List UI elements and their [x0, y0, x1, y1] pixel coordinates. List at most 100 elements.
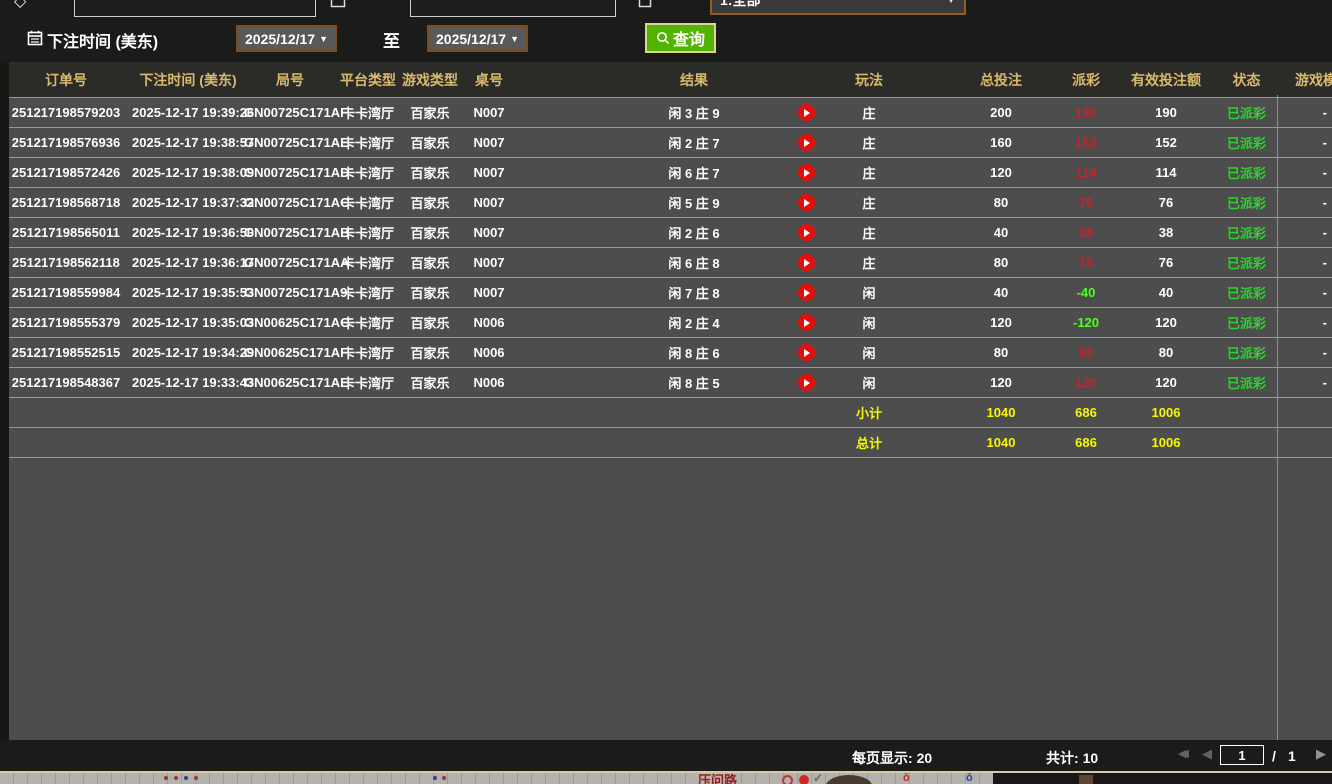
platform-cell: 卡卡湾厅 [336, 128, 400, 158]
query-button[interactable]: 查询 [645, 23, 716, 53]
result-cell: 闲 8 庄 5 [610, 368, 778, 398]
spacer-cell [518, 128, 610, 158]
payout-cell: 80 [1056, 338, 1116, 368]
payout-cell: 190 [1056, 98, 1116, 128]
date-to-picker[interactable]: 2025/12/17 ▼ [427, 25, 528, 52]
first-page-icon[interactable]: ◀◀ [1178, 749, 1183, 760]
table-row[interactable]: 2512171985553792025-12-17 19:35:03GN0062… [0, 308, 1332, 338]
video-cell [778, 158, 834, 188]
background-dark-block [993, 773, 1332, 784]
spacer-cell [0, 398, 132, 428]
road-label: 压问路 [698, 771, 737, 784]
game-type-cell: 百家乐 [400, 368, 460, 398]
filter-field-2[interactable] [410, 0, 616, 17]
roadmap-dot-red-icon [442, 776, 446, 780]
column-header: 派彩 [1056, 62, 1116, 98]
video-cell [778, 218, 834, 248]
road-symbol-blue-icon: ŏ [966, 772, 973, 784]
table-row[interactable]: 2512171985483672025-12-17 19:33:43GN0062… [0, 368, 1332, 398]
total-bet-cell: 80 [946, 248, 1056, 278]
filter-field-1[interactable] [74, 0, 316, 17]
play-video-icon[interactable] [798, 374, 815, 391]
total-count-label: 共计: [1046, 750, 1079, 766]
table-no-cell: N007 [460, 278, 518, 308]
valid-bet-cell: 38 [1116, 218, 1216, 248]
column-header: 游戏类型 [400, 62, 460, 98]
status-cell: 已派彩 [1216, 278, 1277, 308]
valid-bet-cell: 120 [1116, 368, 1216, 398]
play-video-icon[interactable] [798, 164, 815, 181]
column-header: 下注时间 (美东) [132, 62, 244, 98]
total-bet-cell: 200 [946, 98, 1056, 128]
platform-cell: 卡卡湾厅 [336, 278, 400, 308]
play-video-icon[interactable] [798, 284, 815, 301]
spacer-cell [610, 398, 778, 428]
table-row[interactable]: 2512171985792032025-12-17 19:39:26GN0072… [0, 98, 1332, 128]
per-page-value: 20 [917, 750, 933, 766]
spacer-cell [1277, 428, 1332, 458]
total-bet-cell: 120 [946, 158, 1056, 188]
platform-type-dropdown[interactable]: 1:全部 ▼ [710, 0, 966, 15]
total-bet-cell: 40 [946, 218, 1056, 248]
calendar-icon [330, 0, 346, 8]
table-no-cell: N006 [460, 338, 518, 368]
video-cell [778, 98, 834, 128]
table-row[interactable]: 2512171985599842025-12-17 19:35:53GN0072… [0, 278, 1332, 308]
payout-cell: 76 [1056, 248, 1116, 278]
payout-cell: 120 [1056, 368, 1116, 398]
table-header-row: 订单号下注时间 (美东)局号平台类型游戏类型桌号结果玩法总投注派彩有效投注额状态… [0, 62, 1332, 98]
platform-type-dropdown-value: 1:全部 [720, 0, 760, 10]
round-no-cell: GN00725C171AB [244, 218, 336, 248]
table-row[interactable]: 2512171985650112025-12-17 19:36:50GN0072… [0, 218, 1332, 248]
spacer-cell [336, 398, 400, 428]
previous-page-icon[interactable]: ◀ [1202, 747, 1212, 760]
valid-bet-cell: 80 [1116, 338, 1216, 368]
order-id-cell: 251217198552515 [0, 338, 132, 368]
video-cell [778, 278, 834, 308]
play-video-icon[interactable] [798, 134, 815, 151]
result-cell: 闲 2 庄 7 [610, 128, 778, 158]
play-video-icon[interactable] [798, 224, 815, 241]
play-video-icon[interactable] [798, 104, 815, 121]
play-type-cell: 庄 [834, 98, 904, 128]
date-from-picker[interactable]: 2025/12/17 ▼ [236, 25, 337, 52]
page-slash: / [1272, 748, 1276, 764]
table-no-cell: N007 [460, 248, 518, 278]
game-type-cell: 百家乐 [400, 248, 460, 278]
spacer-cell [904, 158, 946, 188]
video-cell [778, 368, 834, 398]
road-symbol-red-icon: ŏ [903, 772, 910, 784]
order-id-cell: 251217198579203 [0, 98, 132, 128]
total-count-info: 共计: 10 [1046, 748, 1098, 768]
column-header: 总投注 [946, 62, 1056, 98]
valid-bet-cell: 120 [1116, 308, 1216, 338]
next-page-icon[interactable]: ▶ [1316, 747, 1326, 760]
avatar-arc [826, 775, 872, 784]
table-row[interactable]: 2512171985769362025-12-17 19:38:57GN0072… [0, 128, 1332, 158]
total-row-valid_bet: 1006 [1116, 428, 1216, 458]
total-bet-cell: 80 [946, 188, 1056, 218]
table-row[interactable]: 2512171985621182025-12-17 19:36:17GN0072… [0, 248, 1332, 278]
payout-cell: -40 [1056, 278, 1116, 308]
valid-bet-cell: 114 [1116, 158, 1216, 188]
column-divider [1277, 95, 1278, 740]
payout-cell: 114 [1056, 158, 1116, 188]
table-row[interactable]: 2512171985525152025-12-17 19:34:29GN0062… [0, 338, 1332, 368]
extra-cell: - [1277, 188, 1332, 218]
play-type-cell: 闲 [834, 368, 904, 398]
round-no-cell: GN00725C171AC [244, 188, 336, 218]
table-row[interactable]: 2512171985687182025-12-17 19:37:32GN0072… [0, 188, 1332, 218]
roadmap-dot-red-icon [194, 776, 198, 780]
play-video-icon[interactable] [798, 254, 815, 271]
spacer-cell [904, 338, 946, 368]
play-video-icon[interactable] [798, 194, 815, 211]
play-video-icon[interactable] [798, 314, 815, 331]
table-no-cell: N007 [460, 218, 518, 248]
game-type-cell: 百家乐 [400, 98, 460, 128]
play-video-icon[interactable] [798, 344, 815, 361]
spacer-cell [904, 98, 946, 128]
page-number-input[interactable] [1220, 745, 1264, 765]
spacer-cell [904, 248, 946, 278]
table-row[interactable]: 2512171985724262025-12-17 19:38:09GN0072… [0, 158, 1332, 188]
valid-bet-cell: 76 [1116, 248, 1216, 278]
